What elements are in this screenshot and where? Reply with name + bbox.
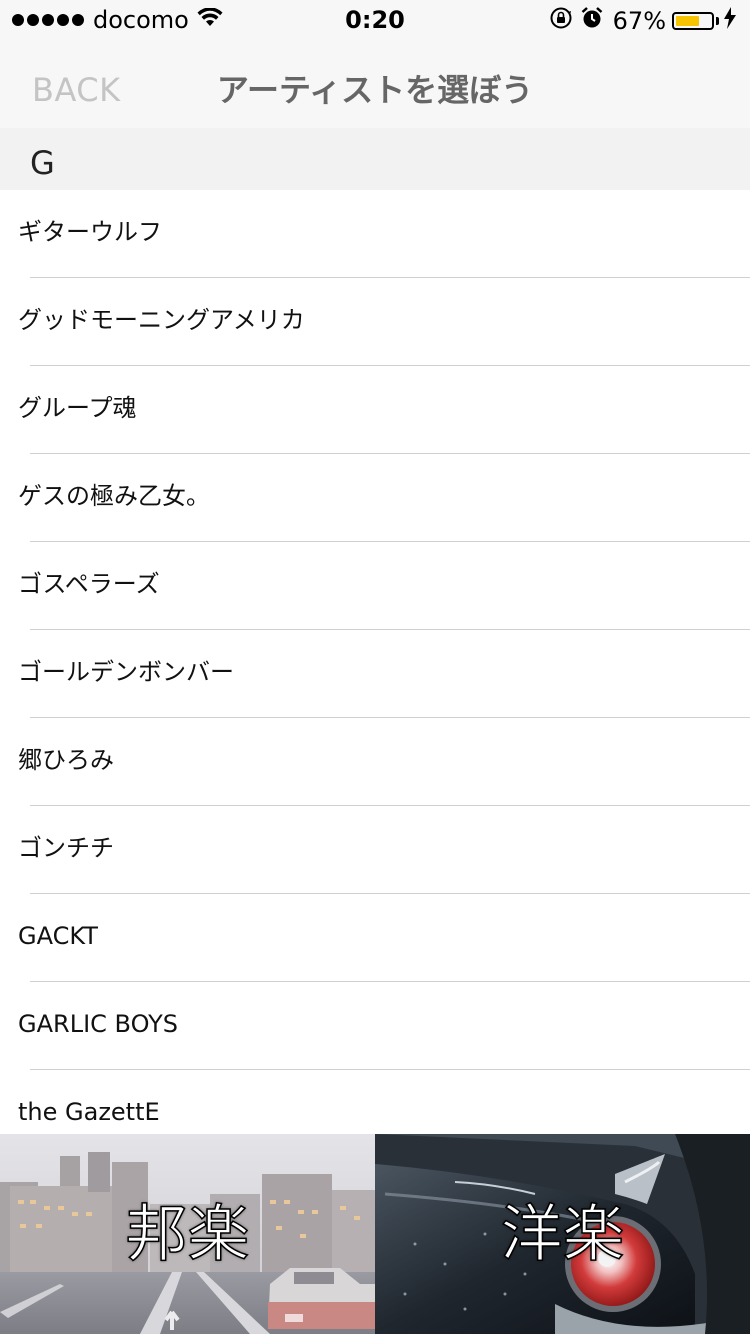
- genre-tab-bar: 邦楽 洋楽: [0, 1134, 750, 1334]
- artist-list-item[interactable]: グッドモーニングアメリカ: [0, 278, 750, 366]
- artist-name: ゲスの極み乙女。: [18, 482, 210, 510]
- artist-name: ゴンチチ: [18, 834, 114, 862]
- artist-list-item[interactable]: グループ魂: [0, 366, 750, 454]
- battery-icon: [672, 12, 714, 30]
- artist-name: グループ魂: [18, 394, 137, 422]
- artist-list-item[interactable]: ゴンチチ: [0, 806, 750, 894]
- section-letter: G: [30, 144, 55, 182]
- artist-list-item[interactable]: ゲスの極み乙女。: [0, 454, 750, 542]
- artist-list-item[interactable]: GACKT: [0, 894, 750, 982]
- artist-list-item[interactable]: ギターウルフ: [0, 190, 750, 278]
- artist-name: GARLIC BOYS: [18, 1010, 179, 1038]
- artist-name: グッドモーニングアメリカ: [18, 306, 305, 334]
- battery-tip: [716, 17, 719, 25]
- artist-name: 郷ひろみ: [18, 746, 114, 774]
- artist-name: ゴスペラーズ: [18, 570, 160, 598]
- artist-name: ギターウルフ: [18, 218, 162, 246]
- artist-list-item[interactable]: GARLIC BOYS: [0, 982, 750, 1070]
- charging-icon: [724, 7, 736, 35]
- page-title: アーティストを選ぼう: [216, 71, 534, 109]
- artist-list-item[interactable]: ゴスペラーズ: [0, 542, 750, 630]
- artist-list: ギターウルフ グッドモーニングアメリカ グループ魂 ゲスの極み乙女。 ゴスペラー…: [0, 190, 750, 1158]
- artist-name: the GazettE: [18, 1098, 160, 1126]
- artist-list-item[interactable]: 郷ひろみ: [0, 718, 750, 806]
- status-right: 67%: [549, 6, 736, 36]
- tab-western-music[interactable]: 洋楽: [375, 1134, 750, 1334]
- battery-fill: [676, 16, 699, 26]
- artist-list-item[interactable]: ゴールデンボンバー: [0, 630, 750, 718]
- section-header: G: [0, 128, 750, 190]
- battery-percent: 67%: [612, 7, 666, 35]
- nav-bar: BACK アーティストを選ぼう: [0, 40, 750, 128]
- tab-domestic-music[interactable]: 邦楽: [0, 1134, 375, 1334]
- tab-western-label: 洋楽: [500, 1197, 626, 1271]
- tab-domestic-label: 邦楽: [125, 1197, 251, 1271]
- artist-name: GACKT: [18, 922, 98, 950]
- rotation-lock-icon: [549, 6, 573, 36]
- alarm-icon: [581, 6, 603, 36]
- status-bar: docomo 0:20 67%: [0, 0, 750, 40]
- artist-name: ゴールデンボンバー: [18, 658, 234, 686]
